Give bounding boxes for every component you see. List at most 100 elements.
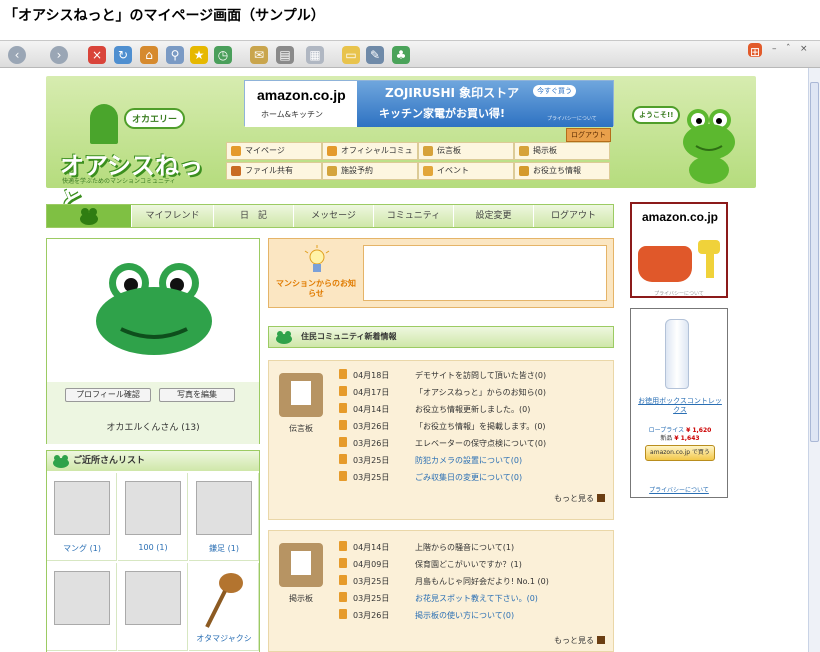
nav-message-board[interactable]: 伝言板	[418, 142, 514, 160]
no-image-placeholder	[196, 481, 252, 535]
amazon-ad[interactable]: amazon.co.jp プライバシーについて	[630, 202, 728, 298]
menu-my-friends[interactable]: マイフレンド	[131, 205, 213, 227]
menu-home[interactable]	[47, 205, 131, 227]
board-row[interactable]: 04月14日 上階からの騒音について(1)	[339, 541, 514, 555]
nav-facility-booking[interactable]: 施設予約	[322, 162, 418, 180]
no-image-placeholder	[54, 571, 110, 625]
menu-settings[interactable]: 設定変更	[453, 205, 533, 227]
more-link[interactable]: もっと見る	[554, 493, 605, 504]
no-image-placeholder	[54, 481, 110, 535]
vertical-scrollbar[interactable]	[808, 68, 820, 652]
profile-name: オカエルくんさん (13)	[106, 423, 200, 433]
neighbor-card[interactable]: マング (1)	[47, 473, 117, 561]
more-link[interactable]: もっと見る	[554, 635, 605, 646]
folder-icon[interactable]: ▭	[342, 46, 360, 64]
menu-messages[interactable]: メッセージ	[293, 205, 373, 227]
site-header: オカエリー オアシスねっと 快適を学ぶためのマンションコミュニティ amazon…	[46, 76, 756, 215]
board-row[interactable]: 03月26日 「お役立ち情報」を掲載します。(0)	[339, 420, 546, 434]
board-row[interactable]: 03月25日 防犯カメラの設置について(0)	[339, 454, 522, 468]
logo-bubble: オカエリー	[124, 108, 186, 129]
menu-community[interactable]: コミュニティ	[373, 205, 453, 227]
scroll-thumb[interactable]	[810, 82, 819, 442]
menu-diary[interactable]: 日 記	[213, 205, 293, 227]
pencil-icon	[339, 609, 347, 619]
history-icon[interactable]: ◷	[214, 46, 232, 64]
refresh-icon[interactable]: ↻	[114, 46, 132, 64]
profile-confirm-button[interactable]: プロフィール確認	[65, 388, 151, 402]
back-icon[interactable]: ‹	[8, 46, 26, 64]
board-name[interactable]: 伝言板	[275, 423, 327, 434]
community-frog-icon	[276, 331, 292, 344]
edit-photo-button[interactable]: 写真を編集	[159, 388, 235, 402]
tools-icon[interactable]: ✎	[366, 46, 384, 64]
nav-file-share[interactable]: ファイル共有	[226, 162, 322, 180]
board-row[interactable]: 03月25日 お花見スポット教えて下さい。(0)	[339, 592, 538, 606]
neighbor-card[interactable]: 鎌足 (1)	[189, 473, 259, 561]
page-viewport: オカエリー オアシスねっと 快適を学ぶためのマンションコミュニティ amazon…	[0, 68, 808, 652]
official-community-icon	[327, 146, 337, 156]
board-row[interactable]: 03月25日 ごみ収集日の変更について(0)	[339, 471, 522, 485]
banner-promo: キッチン家電がお買い得!	[379, 107, 506, 120]
no-image-placeholder	[125, 571, 181, 625]
stop-icon[interactable]: ×	[88, 46, 106, 64]
messenger-icon[interactable]: ♣	[392, 46, 410, 64]
board-row[interactable]: 03月25日 月島もんじゃ同好会だより! No.1 (0)	[339, 575, 549, 589]
forward-icon[interactable]: ›	[50, 46, 68, 64]
amazon-banner[interactable]: amazon.co.jp ホーム&キッチン ZOJIRUSHI 象印ストア 今す…	[244, 80, 614, 127]
neighbor-card[interactable]	[47, 563, 117, 651]
buy-button[interactable]: amazon.co.jp で買う	[645, 445, 715, 461]
useful-info-icon	[519, 166, 529, 176]
home-icon[interactable]: ⌂	[140, 46, 158, 64]
board-row[interactable]: 03月26日 エレベーターの保守点検について(0)	[339, 437, 546, 451]
amazon-logo: amazon.co.jp	[257, 87, 346, 103]
close-button[interactable]: ×	[800, 44, 808, 54]
site-logo[interactable]: オカエリー オアシスねっと 快適を学ぶためのマンションコミュニティ	[54, 96, 224, 215]
board-row[interactable]: 03月26日 掲示板の使い方について(0)	[339, 609, 514, 623]
board-name[interactable]: 掲示板	[275, 593, 327, 604]
amazon-ad-logo: amazon.co.jp	[642, 210, 719, 224]
bulletin-board-icon	[279, 543, 323, 587]
arrow-icon	[597, 636, 605, 644]
neighbor-frog-icon	[53, 455, 69, 468]
notice-label[interactable]: マンションからのお知らせ	[273, 279, 359, 299]
edit-icon[interactable]: ▦	[306, 46, 324, 64]
menu-logout[interactable]: ログアウト	[533, 205, 613, 227]
pencil-icon	[339, 437, 347, 447]
board-row[interactable]: 04月14日 お役立ち情報更新しました。(0)	[339, 403, 530, 417]
restore-button[interactable]: ˆ	[786, 44, 791, 54]
bulletin-icon	[519, 146, 529, 156]
banner-category: ホーム&キッチン	[261, 110, 323, 119]
neighbor-name[interactable]: 鎌足 (1)	[189, 543, 259, 554]
print-icon[interactable]: ▤	[276, 46, 294, 64]
search-icon[interactable]: ⚲	[166, 46, 184, 64]
message-board-paper	[291, 381, 311, 405]
board-row[interactable]: 04月09日 保育園どこがいいですか？(1)	[339, 558, 522, 572]
neighbor-card[interactable]: オタマジャクシ	[189, 563, 259, 651]
header-logout-button[interactable]: ログアウト	[566, 128, 611, 142]
neighbor-name[interactable]: 100 (1)	[118, 543, 188, 552]
board-row[interactable]: 04月18日 デモサイトを訪問して頂いた皆さ(0)	[339, 369, 546, 383]
minimize-button[interactable]: –	[772, 44, 777, 54]
nav-bulletin[interactable]: 掲示板	[514, 142, 610, 160]
banner-privacy-link[interactable]: プライバシーについて	[547, 115, 597, 122]
water-ad[interactable]: お徳用ボックスコントレックス ロープライス ¥ 1,620 新品 ¥ 1,643…	[630, 308, 728, 498]
mail-icon[interactable]: ✉	[250, 46, 268, 64]
banner-right: ZOJIRUSHI 象印ストア 今すぐ買う キッチン家電がお買い得! プライバシ…	[357, 81, 613, 127]
favorites-icon[interactable]: ★	[190, 46, 208, 64]
nav-mypage[interactable]: マイページ	[226, 142, 322, 160]
nav-useful-info[interactable]: お役立ち情報	[514, 162, 610, 180]
neighbor-list: ご近所さんリスト マング (1) 100 (1) 鎌足 (1) オタマジャクシ	[46, 450, 260, 652]
neighbor-card[interactable]	[118, 563, 188, 651]
banner-cta-button[interactable]: 今すぐ買う	[533, 85, 576, 97]
nav-event[interactable]: イベント	[418, 162, 514, 180]
board-row[interactable]: 04月17日 「オアシスねっと」からのお知ら(0)	[339, 386, 546, 400]
profile-box: プロフィール確認 写真を編集 オカエルくんさん (13)	[46, 238, 260, 444]
ad-privacy-link[interactable]: プライバシーについて	[632, 290, 726, 297]
door-frog-icon	[90, 104, 118, 144]
neighbor-card[interactable]: 100 (1)	[118, 473, 188, 561]
neighbor-name[interactable]: マング (1)	[47, 543, 117, 554]
water-privacy-link[interactable]: プライバシーについて	[631, 485, 727, 494]
nav-official-community[interactable]: オフィシャルコミュニティ	[322, 142, 418, 171]
neighbor-name[interactable]: オタマジャクシ	[189, 633, 259, 644]
water-product-link[interactable]: お徳用ボックスコントレックス	[635, 397, 725, 415]
